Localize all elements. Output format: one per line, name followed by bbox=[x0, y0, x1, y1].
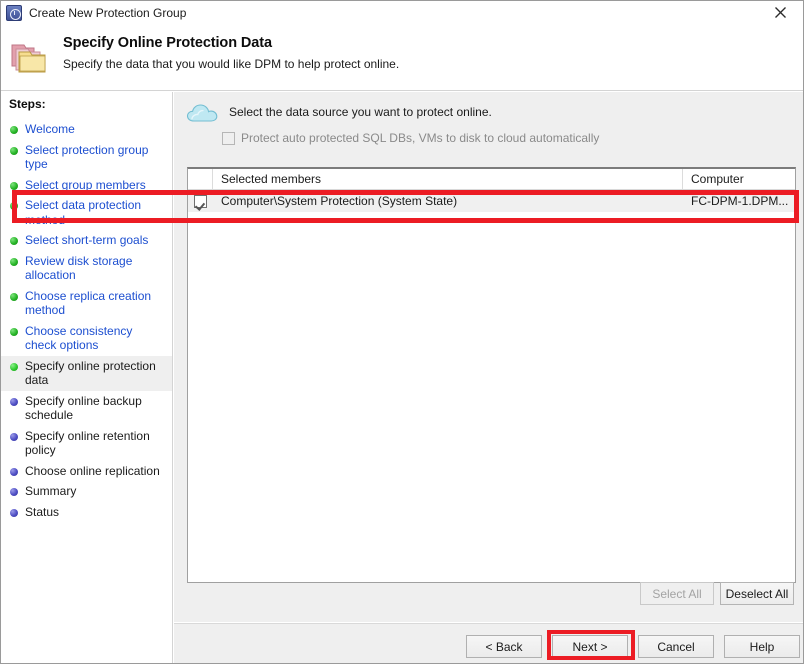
auto-protect-row[interactable]: Protect auto protected SQL DBs, VMs to d… bbox=[222, 131, 599, 145]
sidebar-item-choose-online-replication: Choose online replication bbox=[1, 461, 172, 482]
dialog-footer: < Back Next > Cancel Help bbox=[174, 623, 803, 663]
sidebar-item-label: Select short-term goals bbox=[25, 233, 149, 247]
step-bullet-icon bbox=[10, 397, 18, 406]
step-bullet-icon bbox=[10, 467, 18, 476]
sidebar-item-specify-online-protection-data: Specify online protection data bbox=[1, 355, 172, 391]
sidebar-item-review-disk-storage-allocation[interactable]: Review disk storage allocation bbox=[1, 251, 172, 286]
step-bullet-icon bbox=[10, 181, 18, 190]
title-bar: Create New Protection Group bbox=[1, 1, 803, 24]
cell-selected-member: Computer\System Protection (System State… bbox=[221, 194, 458, 208]
row-checkbox[interactable] bbox=[194, 194, 207, 208]
sidebar-item-select-protection-group-type[interactable]: Select protection group type bbox=[1, 140, 172, 175]
sidebar-item-welcome[interactable]: Welcome bbox=[1, 119, 172, 140]
sidebar-item-summary: Summary bbox=[1, 481, 172, 502]
step-bullet-icon bbox=[10, 146, 18, 155]
dpm-clock-icon bbox=[6, 4, 22, 21]
column-header-selected-members[interactable]: Selected members bbox=[213, 169, 683, 189]
main-content: Select the data source you want to prote… bbox=[174, 92, 803, 622]
auto-protect-label: Protect auto protected SQL DBs, VMs to d… bbox=[241, 131, 600, 145]
step-bullet-icon bbox=[10, 508, 18, 517]
sidebar-item-choose-consistency-check-options[interactable]: Choose consistency check options bbox=[1, 321, 172, 356]
step-bullet-icon bbox=[10, 257, 18, 266]
step-bullet-icon bbox=[10, 292, 18, 301]
steps-sidebar: Steps: Welcome Select protection group ty… bbox=[1, 92, 173, 663]
dialog-header: Specify Online Protection Data Specify t… bbox=[1, 24, 803, 91]
close-button[interactable] bbox=[758, 1, 803, 24]
table-header-row: Selected members Computer bbox=[188, 169, 795, 190]
sidebar-item-select-group-members[interactable]: Select group members bbox=[1, 175, 172, 196]
sidebar-item-label: Specify online retention policy bbox=[25, 428, 150, 458]
members-table: Selected members Computer Computer\Syste… bbox=[187, 167, 796, 583]
cancel-button[interactable]: Cancel bbox=[638, 635, 714, 658]
sidebar-item-label: Select group members bbox=[25, 177, 146, 192]
sidebar-item-label: Summary bbox=[25, 484, 77, 498]
page-title: Specify Online Protection Data bbox=[63, 35, 272, 51]
step-bullet-icon bbox=[10, 237, 18, 245]
sidebar-item-label: Specify online protection data bbox=[25, 358, 156, 388]
page-subtitle: Specify the data that you would like DPM… bbox=[63, 57, 400, 71]
sidebar-item-label: Choose online replication bbox=[25, 463, 160, 478]
close-icon bbox=[775, 7, 786, 18]
sidebar-item-label: Welcome bbox=[25, 122, 75, 136]
sidebar-item-label: Select data protection method bbox=[25, 198, 142, 227]
next-button[interactable]: Next > bbox=[552, 635, 628, 658]
step-bullet-icon bbox=[10, 488, 18, 496]
sidebar-item-label: Review disk storage allocation bbox=[25, 253, 133, 283]
step-bullet-icon bbox=[10, 202, 18, 210]
step-bullet-icon bbox=[10, 126, 18, 134]
deselect-all-button[interactable]: Deselect All bbox=[720, 582, 794, 605]
step-bullet-icon bbox=[10, 362, 18, 371]
sidebar-item-specify-online-retention-policy: Specify online retention policy bbox=[1, 426, 172, 461]
sidebar-item-label: Choose replica creation method bbox=[25, 288, 152, 318]
window-title: Create New Protection Group bbox=[29, 5, 187, 20]
table-header-checkbox-cell bbox=[188, 169, 213, 189]
steps-list: Welcome Select protection group type Selec… bbox=[1, 119, 172, 522]
table-row[interactable]: Computer\System Protection (System State… bbox=[188, 190, 795, 212]
steps-heading: Steps: bbox=[9, 97, 46, 111]
back-button[interactable]: < Back bbox=[466, 635, 542, 658]
sidebar-item-choose-replica-creation-method[interactable]: Choose replica creation method bbox=[1, 286, 172, 321]
sidebar-item-label: Choose consistency check options bbox=[25, 323, 133, 353]
cloud-icon bbox=[186, 104, 218, 122]
row-checkbox-cell[interactable] bbox=[188, 190, 213, 212]
sidebar-item-label: Select protection group type bbox=[25, 142, 149, 172]
help-button[interactable]: Help bbox=[724, 635, 800, 658]
step-bullet-icon bbox=[10, 327, 18, 336]
sidebar-item-specify-online-backup-schedule: Specify online backup schedule bbox=[1, 391, 172, 426]
sidebar-item-select-short-term-goals[interactable]: Select short-term goals bbox=[1, 230, 172, 251]
sidebar-item-label: Status bbox=[25, 504, 60, 519]
column-header-computer[interactable]: Computer bbox=[683, 169, 794, 189]
instruction-text: Select the data source you want to prote… bbox=[229, 105, 492, 119]
step-bullet-icon bbox=[10, 432, 18, 441]
cell-computer: FC-DPM-1.DPM... bbox=[691, 194, 789, 208]
create-protection-group-dialog: Create New Protection Group Specify Onli… bbox=[0, 0, 804, 664]
table-empty-area bbox=[188, 212, 795, 582]
sidebar-item-status: Status bbox=[1, 502, 172, 523]
auto-protect-checkbox[interactable] bbox=[222, 131, 235, 145]
sidebar-item-label: Specify online backup schedule bbox=[25, 393, 142, 423]
select-all-button[interactable]: Select All bbox=[640, 582, 714, 605]
folders-icon bbox=[11, 44, 46, 73]
sidebar-item-select-data-protection-method[interactable]: Select data protection method bbox=[1, 195, 172, 230]
